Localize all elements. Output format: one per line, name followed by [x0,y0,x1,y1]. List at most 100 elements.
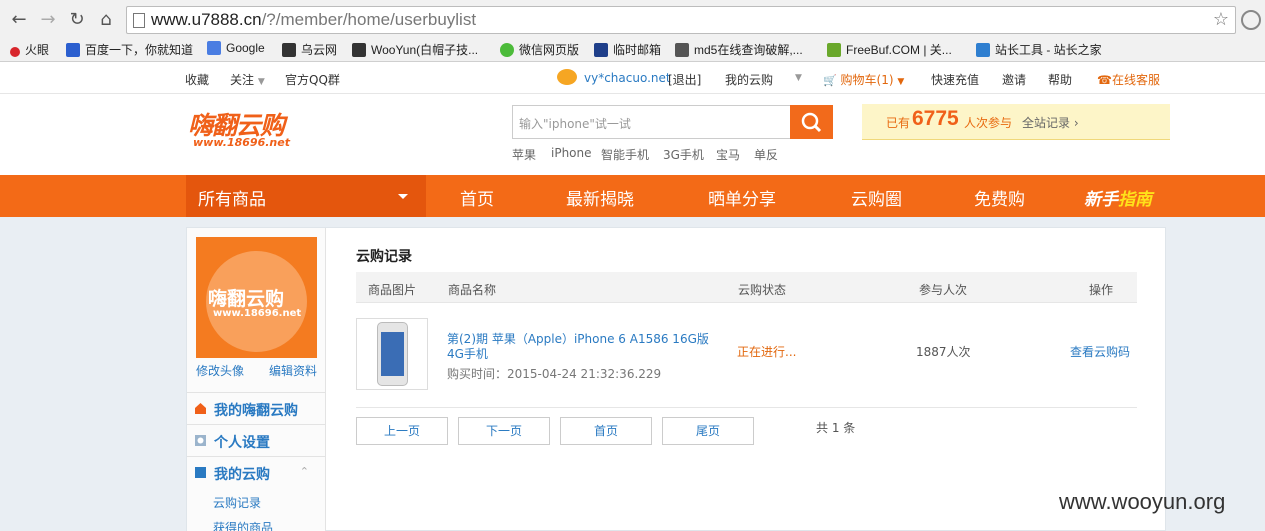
bookmark-item[interactable]: 乌云网 [282,41,337,58]
cart-link[interactable]: 🛒 购物车(1) ▼ [823,71,904,88]
sidebar-item-won[interactable]: 获得的商品 [213,519,273,531]
nav-guide[interactable]: 新手指南 [1084,185,1152,210]
back-icon[interactable]: ← [8,9,30,31]
forward-icon[interactable]: → [37,9,59,31]
page-icon [133,13,145,28]
search-button[interactable] [790,105,833,139]
site-logo-url: www.18696.net [193,136,290,149]
recharge-link[interactable]: 快速充值 [931,71,979,88]
home-icon[interactable]: ⌂ [95,9,117,31]
hot-keyword[interactable]: 智能手机 [601,146,649,163]
bookmark-item[interactable]: 临时邮箱 [594,41,661,58]
product-name-link[interactable]: 第(2)期 苹果（Apple）iPhone 6 A1586 16G版 4G手机 [447,332,722,362]
table-row: 第(2)期 苹果（Apple）iPhone 6 A1586 16G版 4G手机 … [356,304,1137,408]
nav-home[interactable]: 首页 [460,185,494,210]
view-code-link[interactable]: 查看云购码 [1070,343,1130,360]
favorite-link[interactable]: 收藏 [185,71,209,88]
chinaz-icon [976,43,990,57]
search-icon [801,112,822,133]
hot-keyword[interactable]: 宝马 [716,146,740,163]
logout-link[interactable]: [退出] [668,71,701,88]
sidebar-my-yungou[interactable]: 我的云购 ⌃ [187,456,325,488]
user-name[interactable]: vy*chacuo.net [584,71,671,85]
google-icon [207,41,221,55]
purchase-time: 购买时间：2015-04-24 21:32:36.229 [447,367,662,381]
member-content: 嗨翻云购 www.18696.net 修改头像 编辑资料 我的嗨翻云购 个人设置… [186,227,1166,531]
hot-keyword[interactable]: iPhone [551,146,592,160]
table-header: 商品图片 商品名称 云购状态 参与人次 操作 [356,272,1137,303]
nav-circle[interactable]: 云购圈 [851,185,902,210]
web-page: 收藏 关注 ▼ 官方QQ群 vy*chacuo.net [退出] 我的云购 ▼ … [0,62,1265,531]
records-panel: 云购记录 商品图片 商品名称 云购状态 参与人次 操作 第(2)期 苹果（App… [356,228,1137,531]
chevron-down-icon [398,194,408,199]
bookmark-item[interactable]: md5在线查询破解,... [675,41,803,58]
last-page-button[interactable]: 尾页 [662,417,754,445]
mail-icon [594,43,608,57]
home-icon [195,403,206,414]
follow-link[interactable]: 关注 ▼ [230,71,265,88]
hot-keyword[interactable]: 苹果 [512,146,536,163]
wooyun-icon [282,43,296,57]
bookmarks-bar: 火眼 百度一下，你就知道 Google 乌云网 WooYun(白帽子技... 微… [0,37,1265,61]
avatar: 嗨翻云购 www.18696.net [196,237,317,358]
search-input[interactable]: 输入"iphone"试一试 [512,105,792,139]
nav-latest[interactable]: 最新揭晓 [566,185,634,210]
cart-icon: 🛒 [823,74,837,87]
bookmark-item[interactable]: WooYun(白帽子技... [352,41,478,58]
participation-stats: 已有 6775 人次参与 全站记录 › [862,104,1170,140]
participation-times: 1887人次 [916,345,971,359]
bookmark-item[interactable]: 百度一下，你就知道 [66,41,193,58]
wooyun-icon [352,43,366,57]
bookmark-item[interactable]: 微信网页版 [500,41,579,58]
nav-free[interactable]: 免费购 [974,185,1025,210]
reload-icon[interactable]: ↻ [66,9,88,31]
prev-page-button[interactable]: 上一页 [356,417,448,445]
status-text: 正在进行... [737,345,797,359]
address-bar[interactable]: www.u7888.cn/?/member/home/userbuylist ☆ [126,6,1236,34]
chevron-down-icon: ▼ [257,77,265,87]
sidebar-my-account[interactable]: 我的嗨翻云购 [187,392,325,424]
nav-share[interactable]: 晒单分享 [708,185,776,210]
my-yungou-link[interactable]: 我的云购 [725,71,773,88]
sidebar-item-records[interactable]: 云购记录 [213,494,261,511]
bookmark-item[interactable]: FreeBuf.COM | 关... [827,41,952,58]
page-title: 云购记录 [356,249,412,265]
freebuf-icon [827,43,841,57]
help-link[interactable]: 帮助 [1048,71,1072,88]
watermark: www.wooyun.org [1059,489,1226,514]
invite-link[interactable]: 邀请 [1002,71,1026,88]
baidu-icon [66,43,80,57]
hot-keyword[interactable]: 单反 [754,146,778,163]
edit-avatar-link[interactable]: 修改头像 [196,362,244,379]
sidebar-settings[interactable]: 个人设置 [187,424,325,456]
extension-icon[interactable] [1241,10,1261,30]
edit-profile-link[interactable]: 编辑资料 [269,362,317,379]
cart-icon [195,467,206,478]
chevron-down-icon: ▼ [897,77,905,87]
iphone-image [377,322,408,386]
hot-keyword[interactable]: 3G手机 [663,146,704,163]
qq-group-link[interactable]: 官方QQ群 [285,71,340,88]
chevron-up-icon[interactable]: ⌃ [300,465,309,478]
browser-toolbar: ← → ↻ ⌂ www.u7888.cn/?/member/home/userb… [0,0,1265,62]
member-sidebar: 嗨翻云购 www.18696.net 修改头像 编辑资料 我的嗨翻云购 个人设置… [187,228,326,531]
url-text[interactable]: www.u7888.cn/?/member/home/userbuylist [151,10,476,30]
bookmark-item[interactable]: 火眼 [10,41,49,58]
headset-icon: ☎ [1097,73,1112,87]
settings-icon [195,435,206,446]
bookmark-item[interactable]: 站长工具 - 站长之家 [976,41,1102,58]
site-header: 嗨翻云购 www.18696.net 输入"iphone"试一试 苹果 iPho… [0,94,1265,175]
online-service-link[interactable]: ☎在线客服 [1097,71,1160,88]
chevron-down-icon[interactable]: ▼ [795,73,802,83]
participation-count: 6775 [912,107,959,130]
bookmark-item[interactable]: Google [207,41,265,55]
all-products-dropdown[interactable]: 所有商品 [186,175,426,217]
site-topbar: 收藏 关注 ▼ 官方QQ群 vy*chacuo.net [退出] 我的云购 ▼ … [0,62,1265,94]
all-records-link[interactable]: 全站记录 › [1022,114,1079,131]
bookmark-star-icon[interactable]: ☆ [1213,9,1229,30]
first-page-button[interactable]: 首页 [560,417,652,445]
product-image[interactable] [356,318,428,390]
fire-eye-icon [10,47,20,57]
next-page-button[interactable]: 下一页 [458,417,550,445]
user-avatar-icon [557,69,577,85]
